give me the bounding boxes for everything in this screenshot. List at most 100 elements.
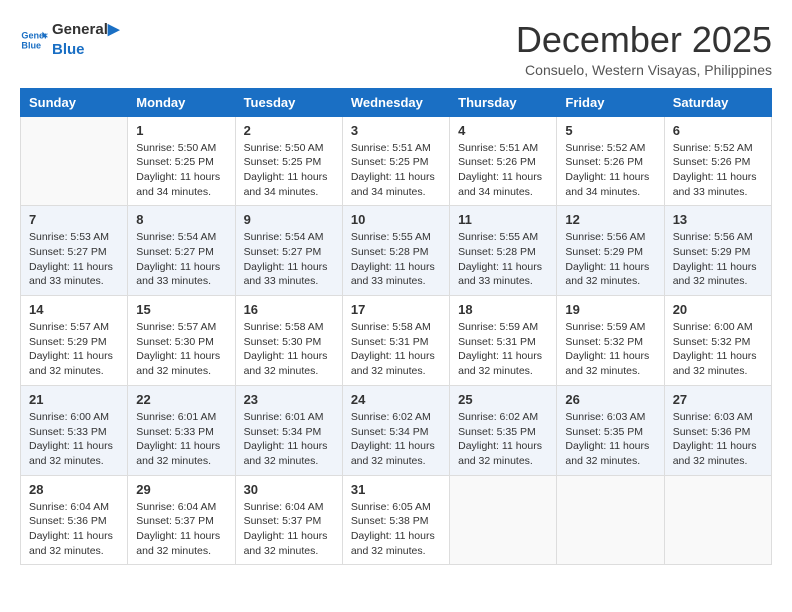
day-info: Sunrise: 5:58 AMSunset: 5:30 PMDaylight:… — [244, 320, 334, 379]
calendar-cell — [557, 475, 664, 565]
day-number: 8 — [136, 212, 226, 227]
day-info: Sunrise: 6:04 AMSunset: 5:37 PMDaylight:… — [244, 500, 334, 559]
day-info: Sunrise: 5:53 AMSunset: 5:27 PMDaylight:… — [29, 230, 119, 289]
day-number: 6 — [673, 123, 763, 138]
day-number: 19 — [565, 302, 655, 317]
month-title: December 2025 — [516, 20, 772, 60]
calendar-cell — [21, 116, 128, 206]
day-info: Sunrise: 6:03 AMSunset: 5:35 PMDaylight:… — [565, 410, 655, 469]
calendar-cell: 25 Sunrise: 6:02 AMSunset: 5:35 PMDayligh… — [450, 385, 557, 475]
day-number: 24 — [351, 392, 441, 407]
day-header-monday: Monday — [128, 88, 235, 116]
day-number: 10 — [351, 212, 441, 227]
calendar-cell: 24 Sunrise: 6:02 AMSunset: 5:34 PMDayligh… — [342, 385, 449, 475]
calendar-week-5: 28Sunrise: 6:04 AMSunset: 5:36 PMDayligh… — [21, 475, 772, 565]
day-number: 4 — [458, 123, 548, 138]
logo-text: General▶ — [52, 20, 119, 40]
page-header: General Blue General▶ Blue December 2025… — [20, 20, 772, 78]
day-info: Sunrise: 5:51 AMSunset: 5:25 PMDaylight:… — [351, 141, 441, 200]
day-info: Sunrise: 5:54 AMSunset: 5:27 PMDaylight:… — [244, 230, 334, 289]
day-number: 23 — [244, 392, 334, 407]
day-info: Sunrise: 5:57 AMSunset: 5:30 PMDaylight:… — [136, 320, 226, 379]
day-info: Sunrise: 6:03 AMSunset: 5:36 PMDaylight:… — [673, 410, 763, 469]
logo: General Blue General▶ Blue — [20, 20, 119, 59]
day-info: Sunrise: 6:02 AMSunset: 5:35 PMDaylight:… — [458, 410, 548, 469]
day-number: 29 — [136, 482, 226, 497]
day-info: Sunrise: 6:01 AMSunset: 5:34 PMDaylight:… — [244, 410, 334, 469]
calendar-header-row: SundayMondayTuesdayWednesdayThursdayFrid… — [21, 88, 772, 116]
calendar-cell: 10 Sunrise: 5:55 AMSunset: 5:28 PMDayligh… — [342, 206, 449, 296]
day-info: Sunrise: 6:05 AMSunset: 5:38 PMDaylight:… — [351, 500, 441, 559]
logo-icon: General Blue — [20, 26, 48, 54]
calendar-cell: 4 Sunrise: 5:51 AMSunset: 5:26 PMDaylight… — [450, 116, 557, 206]
day-header-thursday: Thursday — [450, 88, 557, 116]
calendar-cell: 23 Sunrise: 6:01 AMSunset: 5:34 PMDayligh… — [235, 385, 342, 475]
day-number: 7 — [29, 212, 119, 227]
day-number: 11 — [458, 212, 548, 227]
day-info: Sunrise: 5:56 AMSunset: 5:29 PMDaylight:… — [673, 230, 763, 289]
day-number: 12 — [565, 212, 655, 227]
day-number: 31 — [351, 482, 441, 497]
day-number: 13 — [673, 212, 763, 227]
day-info: Sunrise: 6:00 AMSunset: 5:32 PMDaylight:… — [673, 320, 763, 379]
day-number: 18 — [458, 302, 548, 317]
day-info: Sunrise: 5:59 AMSunset: 5:31 PMDaylight:… — [458, 320, 548, 379]
day-number: 28 — [29, 482, 119, 497]
day-info: Sunrise: 5:50 AMSunset: 5:25 PMDaylight:… — [244, 141, 334, 200]
calendar-cell: 30 Sunrise: 6:04 AMSunset: 5:37 PMDayligh… — [235, 475, 342, 565]
calendar-cell: 28Sunrise: 6:04 AMSunset: 5:36 PMDayligh… — [21, 475, 128, 565]
calendar-cell: 22Sunrise: 6:01 AMSunset: 5:33 PMDayligh… — [128, 385, 235, 475]
day-number: 30 — [244, 482, 334, 497]
day-info: Sunrise: 5:51 AMSunset: 5:26 PMDaylight:… — [458, 141, 548, 200]
calendar-cell: 19Sunrise: 5:59 AMSunset: 5:32 PMDayligh… — [557, 296, 664, 386]
day-number: 27 — [673, 392, 763, 407]
day-number: 15 — [136, 302, 226, 317]
day-number: 21 — [29, 392, 119, 407]
day-number: 26 — [565, 392, 655, 407]
calendar-cell: 8Sunrise: 5:54 AMSunset: 5:27 PMDaylight… — [128, 206, 235, 296]
day-number: 25 — [458, 392, 548, 407]
day-header-friday: Friday — [557, 88, 664, 116]
calendar-cell: 6Sunrise: 5:52 AMSunset: 5:26 PMDaylight… — [664, 116, 771, 206]
day-info: Sunrise: 6:04 AMSunset: 5:37 PMDaylight:… — [136, 500, 226, 559]
day-header-sunday: Sunday — [21, 88, 128, 116]
day-header-saturday: Saturday — [664, 88, 771, 116]
day-info: Sunrise: 5:58 AMSunset: 5:31 PMDaylight:… — [351, 320, 441, 379]
calendar-cell: 17 Sunrise: 5:58 AMSunset: 5:31 PMDayligh… — [342, 296, 449, 386]
calendar-cell — [664, 475, 771, 565]
day-number: 1 — [136, 123, 226, 138]
calendar-cell: 29 Sunrise: 6:04 AMSunset: 5:37 PMDayligh… — [128, 475, 235, 565]
day-info: Sunrise: 5:50 AMSunset: 5:25 PMDaylight:… — [136, 141, 226, 200]
day-info: Sunrise: 6:00 AMSunset: 5:33 PMDaylight:… — [29, 410, 119, 469]
calendar-table: SundayMondayTuesdayWednesdayThursdayFrid… — [20, 88, 772, 566]
title-block: December 2025 Consuelo, Western Visayas,… — [516, 20, 772, 78]
calendar-cell: 27 Sunrise: 6:03 AMSunset: 5:36 PMDayligh… — [664, 385, 771, 475]
calendar-cell: 13 Sunrise: 5:56 AMSunset: 5:29 PMDayligh… — [664, 206, 771, 296]
day-header-tuesday: Tuesday — [235, 88, 342, 116]
calendar-cell: 11 Sunrise: 5:55 AMSunset: 5:28 PMDayligh… — [450, 206, 557, 296]
calendar-cell: 9 Sunrise: 5:54 AMSunset: 5:27 PMDaylight… — [235, 206, 342, 296]
calendar-cell: 2 Sunrise: 5:50 AMSunset: 5:25 PMDaylight… — [235, 116, 342, 206]
day-info: Sunrise: 5:56 AMSunset: 5:29 PMDaylight:… — [565, 230, 655, 289]
calendar-cell: 3 Sunrise: 5:51 AMSunset: 5:25 PMDaylight… — [342, 116, 449, 206]
day-number: 2 — [244, 123, 334, 138]
day-number: 5 — [565, 123, 655, 138]
logo-subtext: Blue — [52, 40, 119, 60]
day-info: Sunrise: 5:55 AMSunset: 5:28 PMDaylight:… — [351, 230, 441, 289]
day-number: 17 — [351, 302, 441, 317]
calendar-cell: 14Sunrise: 5:57 AMSunset: 5:29 PMDayligh… — [21, 296, 128, 386]
calendar-cell: 20Sunrise: 6:00 AMSunset: 5:32 PMDayligh… — [664, 296, 771, 386]
calendar-cell: 31 Sunrise: 6:05 AMSunset: 5:38 PMDayligh… — [342, 475, 449, 565]
day-info: Sunrise: 6:02 AMSunset: 5:34 PMDaylight:… — [351, 410, 441, 469]
day-info: Sunrise: 6:01 AMSunset: 5:33 PMDaylight:… — [136, 410, 226, 469]
calendar-cell: 16 Sunrise: 5:58 AMSunset: 5:30 PMDayligh… — [235, 296, 342, 386]
calendar-week-1: 1 Sunrise: 5:50 AMSunset: 5:25 PMDaylight… — [21, 116, 772, 206]
day-number: 3 — [351, 123, 441, 138]
calendar-cell: 18 Sunrise: 5:59 AMSunset: 5:31 PMDayligh… — [450, 296, 557, 386]
calendar-cell: 1 Sunrise: 5:50 AMSunset: 5:25 PMDaylight… — [128, 116, 235, 206]
day-number: 9 — [244, 212, 334, 227]
day-header-wednesday: Wednesday — [342, 88, 449, 116]
calendar-week-4: 21 Sunrise: 6:00 AMSunset: 5:33 PMDayligh… — [21, 385, 772, 475]
day-info: Sunrise: 5:55 AMSunset: 5:28 PMDaylight:… — [458, 230, 548, 289]
day-number: 16 — [244, 302, 334, 317]
